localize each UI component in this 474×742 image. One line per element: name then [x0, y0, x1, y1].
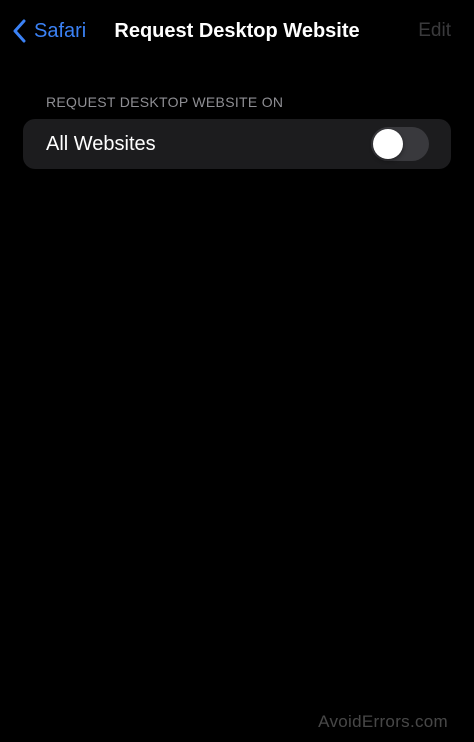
- toggle-knob: [373, 129, 403, 159]
- back-button-label: Safari: [34, 20, 87, 42]
- chevron-left-icon: [13, 19, 26, 43]
- back-button[interactable]: Safari: [12, 16, 86, 46]
- navigation-bar: Safari Request Desktop Website Edit: [0, 0, 474, 62]
- settings-group: All Websites: [23, 119, 451, 169]
- section-header: REQUEST DESKTOP WEBSITE ON: [46, 94, 284, 110]
- all-websites-toggle[interactable]: [371, 127, 429, 161]
- watermark: AvoidErrors.com: [318, 712, 448, 731]
- edit-button[interactable]: Edit: [418, 16, 451, 46]
- all-websites-label: All Websites: [46, 133, 156, 155]
